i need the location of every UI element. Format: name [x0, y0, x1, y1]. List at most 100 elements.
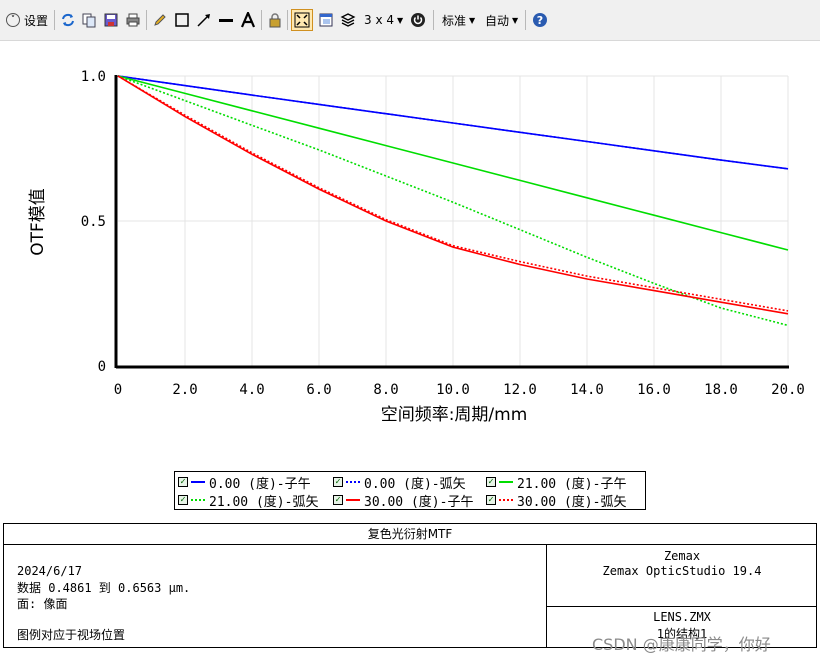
toolbar-divider — [287, 10, 288, 30]
y-axis-label: OTF模值 — [28, 188, 48, 256]
chevron-down-icon: ˅ — [6, 13, 20, 27]
x-axis-label: 空间频率:周期/mm — [381, 405, 528, 425]
lock-button[interactable] — [265, 9, 285, 31]
legend-label: 0.00 (度)-子午 — [209, 476, 311, 492]
toolbar-divider — [146, 10, 147, 30]
info-title: 复色光衍射MTF — [4, 524, 816, 545]
legend-swatch — [499, 481, 513, 483]
surface-text: 面: 像面 — [17, 597, 68, 611]
rectangle-button[interactable] — [172, 9, 192, 31]
help-icon: ? — [533, 13, 547, 27]
arrow-icon — [197, 14, 210, 27]
layout-dropdown[interactable]: 3 x 4 ▼ — [364, 9, 403, 31]
refresh-button[interactable] — [58, 9, 78, 31]
toolbar-divider — [433, 10, 434, 30]
pencil-icon — [154, 14, 166, 26]
pencil-button[interactable] — [150, 9, 170, 31]
x-tick-label: 16.0 — [637, 382, 671, 398]
print-button[interactable] — [123, 9, 143, 31]
legend-label: 21.00 (度)-弧矢 — [209, 494, 319, 510]
caret-down-icon: ▼ — [512, 15, 519, 25]
info-divider — [546, 606, 816, 607]
checkbox-icon: ✓ — [333, 495, 343, 505]
settings-label: 设置 — [24, 13, 49, 28]
power-button[interactable] — [408, 9, 428, 31]
fit-window-icon — [294, 12, 310, 28]
fit-window-button[interactable] — [291, 9, 313, 31]
toolbar-divider — [54, 10, 55, 30]
save-button[interactable] — [101, 9, 121, 31]
legend-item[interactable]: ✓ 21.00 (度)-弧矢 — [178, 491, 319, 510]
legend-swatch — [191, 499, 205, 501]
mtf-chart: 0 2.0 4.0 6.0 8.0 10.0 12.0 14.0 16.0 18.0 20.0 0 0.… — [28, 69, 805, 425]
legend-label: 30.00 (度)-子午 — [364, 494, 474, 510]
x-tick-label: 10.0 — [436, 382, 470, 398]
help-button[interactable]: ? — [530, 9, 550, 31]
chart-grid — [118, 75, 789, 366]
y-tick-label: 0 — [98, 359, 106, 375]
legend-swatch — [499, 499, 513, 501]
legend-swatch — [346, 481, 360, 483]
copy-icon — [82, 13, 96, 28]
window-icon — [319, 13, 333, 27]
checkbox-icon: ✓ — [486, 495, 496, 505]
standard-dropdown[interactable]: 标准 ▼ — [442, 9, 475, 31]
layers-icon — [340, 13, 356, 27]
x-tick-label: 12.0 — [503, 382, 537, 398]
legend-item[interactable]: ✓ 21.00 (度)-子午 — [486, 473, 627, 492]
auto-dropdown[interactable]: 自动 ▼ — [485, 9, 518, 31]
legend-label: 0.00 (度)-弧矢 — [364, 476, 466, 492]
text-a-icon — [240, 12, 256, 28]
legend-label: 21.00 (度)-子午 — [517, 476, 627, 492]
copy-button[interactable] — [79, 9, 99, 31]
date-text: 2024/6/17 — [17, 564, 83, 578]
arrow-button[interactable] — [194, 9, 214, 31]
svg-text:?: ? — [537, 14, 543, 27]
checkbox-icon: ✓ — [486, 477, 496, 487]
text-button[interactable] — [238, 9, 258, 31]
y-tick-label: 0.5 — [81, 214, 106, 230]
legend-note-text: 图例对应于视场位置 — [17, 628, 126, 642]
layout-label: 3 x 4 — [364, 13, 394, 27]
x-tick-label: 18.0 — [704, 382, 738, 398]
checkbox-icon: ✓ — [178, 477, 188, 487]
caret-down-icon: ▼ — [469, 15, 476, 25]
legend-item[interactable]: ✓ 30.00 (度)-弧矢 — [486, 491, 627, 510]
info-box: 复色光衍射MTF 2024/6/17 数据 0.4861 到 0.6563 μm… — [3, 523, 817, 648]
x-tick-label: 0 — [114, 382, 122, 398]
watermark: CSDN @康康同学，你好 — [592, 635, 771, 654]
toolbar-divider — [261, 10, 262, 30]
save-icon — [104, 13, 118, 27]
wavelength-text: 数据 0.4861 到 0.6563 μm. — [17, 581, 191, 595]
lock-icon — [269, 13, 281, 28]
legend-label: 30.00 (度)-弧矢 — [517, 494, 627, 510]
x-tick-label: 2.0 — [172, 382, 197, 398]
x-tick-label: 6.0 — [306, 382, 331, 398]
auto-label: 自动 — [485, 13, 510, 28]
caret-down-icon: ▼ — [397, 15, 404, 25]
checkbox-icon: ✓ — [178, 495, 188, 505]
line-button[interactable] — [216, 9, 236, 31]
rectangle-icon — [175, 13, 189, 27]
toolbar-divider — [525, 10, 526, 30]
x-tick-label: 14.0 — [570, 382, 604, 398]
x-tick-label: 4.0 — [239, 382, 264, 398]
power-icon — [411, 13, 425, 27]
checkbox-icon: ✓ — [333, 477, 343, 487]
legend-item[interactable]: ✓ 0.00 (度)-弧矢 — [333, 473, 466, 492]
file-text: LENS.ZMX — [653, 610, 711, 624]
legend-item[interactable]: ✓ 0.00 (度)-子午 — [178, 473, 311, 492]
layers-button[interactable] — [338, 9, 358, 31]
standard-label: 标准 — [442, 13, 467, 28]
legend-swatch — [191, 481, 205, 483]
product-text: Zemax OpticStudio 19.4 — [602, 564, 762, 578]
settings-button[interactable]: ˅ 设置 — [6, 9, 48, 31]
line-icon — [219, 19, 233, 22]
legend-item[interactable]: ✓ 30.00 (度)-子午 — [333, 491, 474, 510]
toolbar: ˅ 设置 3 x 4 ▼ 标准 ▼ 自动 ▼ ? — [0, 0, 820, 41]
company-text: Zemax — [663, 549, 701, 563]
printer-icon — [126, 13, 140, 27]
window-button[interactable] — [316, 9, 336, 31]
y-tick-label: 1.0 — [81, 69, 106, 85]
refresh-icon — [62, 13, 74, 27]
